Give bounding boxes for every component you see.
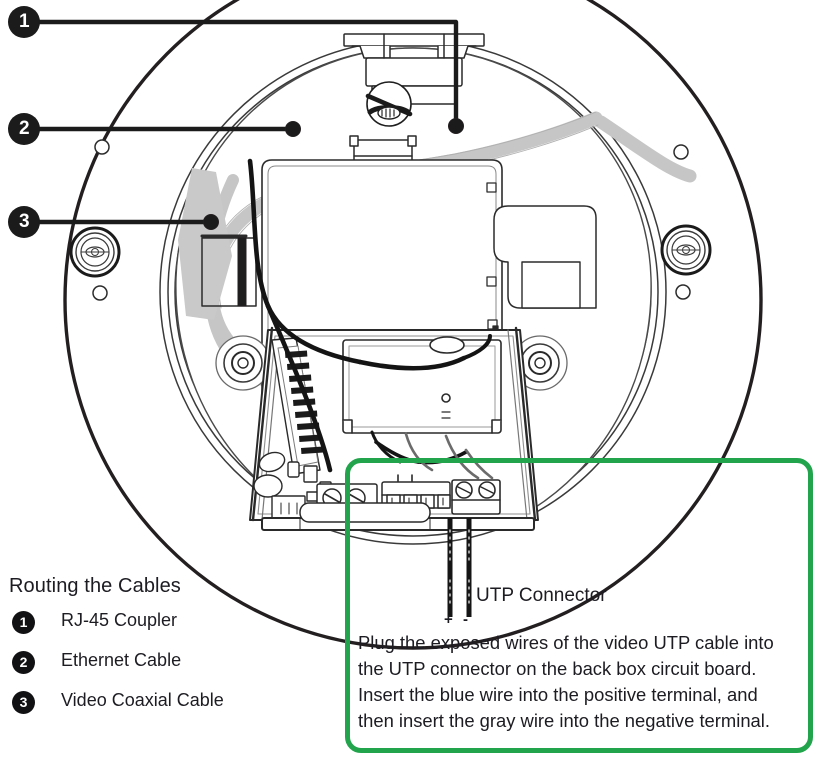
rj45-coupler (365, 81, 413, 127)
mount-screw-right (660, 224, 712, 276)
legend-title: Routing the Cables (9, 575, 181, 597)
figure-canvas: 1 2 3 UTP Connector + - Plug the exposed… (0, 0, 826, 765)
inner-boss-left (215, 335, 271, 391)
legend-label-3: Video Coaxial Cable (61, 690, 224, 710)
instruction-line-2: the UTP connector on the back box circui… (358, 658, 757, 679)
legend-bullet-1: 1 (12, 611, 35, 634)
instruction-line-3: Insert the blue wire into the positive t… (358, 684, 758, 705)
callout-badge-1: 1 (8, 6, 40, 38)
mount-screw-left (69, 226, 121, 278)
board-lower-cap (299, 502, 431, 523)
utp-connector-label: UTP Connector (476, 585, 607, 606)
utp-connector-terminal (451, 479, 501, 515)
legend-item-video-coaxial-cable: 3 Video Coaxial Cable (9, 689, 339, 729)
callout-badge-2: 2 (8, 113, 40, 145)
negative-terminal-marker: - (463, 611, 468, 628)
legend-label-2: Ethernet Cable (61, 650, 182, 670)
positive-terminal-marker: + (444, 611, 453, 628)
callout-endpoint-1 (448, 118, 464, 134)
legend-bullet-3: 3 (12, 691, 35, 714)
instruction-line-1: Plug the exposed wires of the video UTP … (358, 632, 774, 653)
legend-item-ethernet-cable: 2 Ethernet Cable (9, 649, 339, 689)
legend: Routing the Cables 1 RJ-45 Coupler 2 Eth… (9, 575, 339, 729)
legend-bullet-2: 2 (12, 651, 35, 674)
instruction-line-4: then insert the gray wire into the negat… (358, 710, 770, 731)
callout-endpoint-3 (203, 214, 219, 230)
legend-label-1: RJ-45 Coupler (61, 610, 178, 630)
utp-instruction-text: Plug the exposed wires of the video UTP … (358, 630, 810, 734)
legend-item-rj45-coupler: 1 RJ-45 Coupler (9, 609, 339, 649)
callout-badge-3: 3 (8, 206, 40, 238)
right-mount-pad (493, 205, 597, 309)
callout-endpoint-2 (285, 121, 301, 137)
